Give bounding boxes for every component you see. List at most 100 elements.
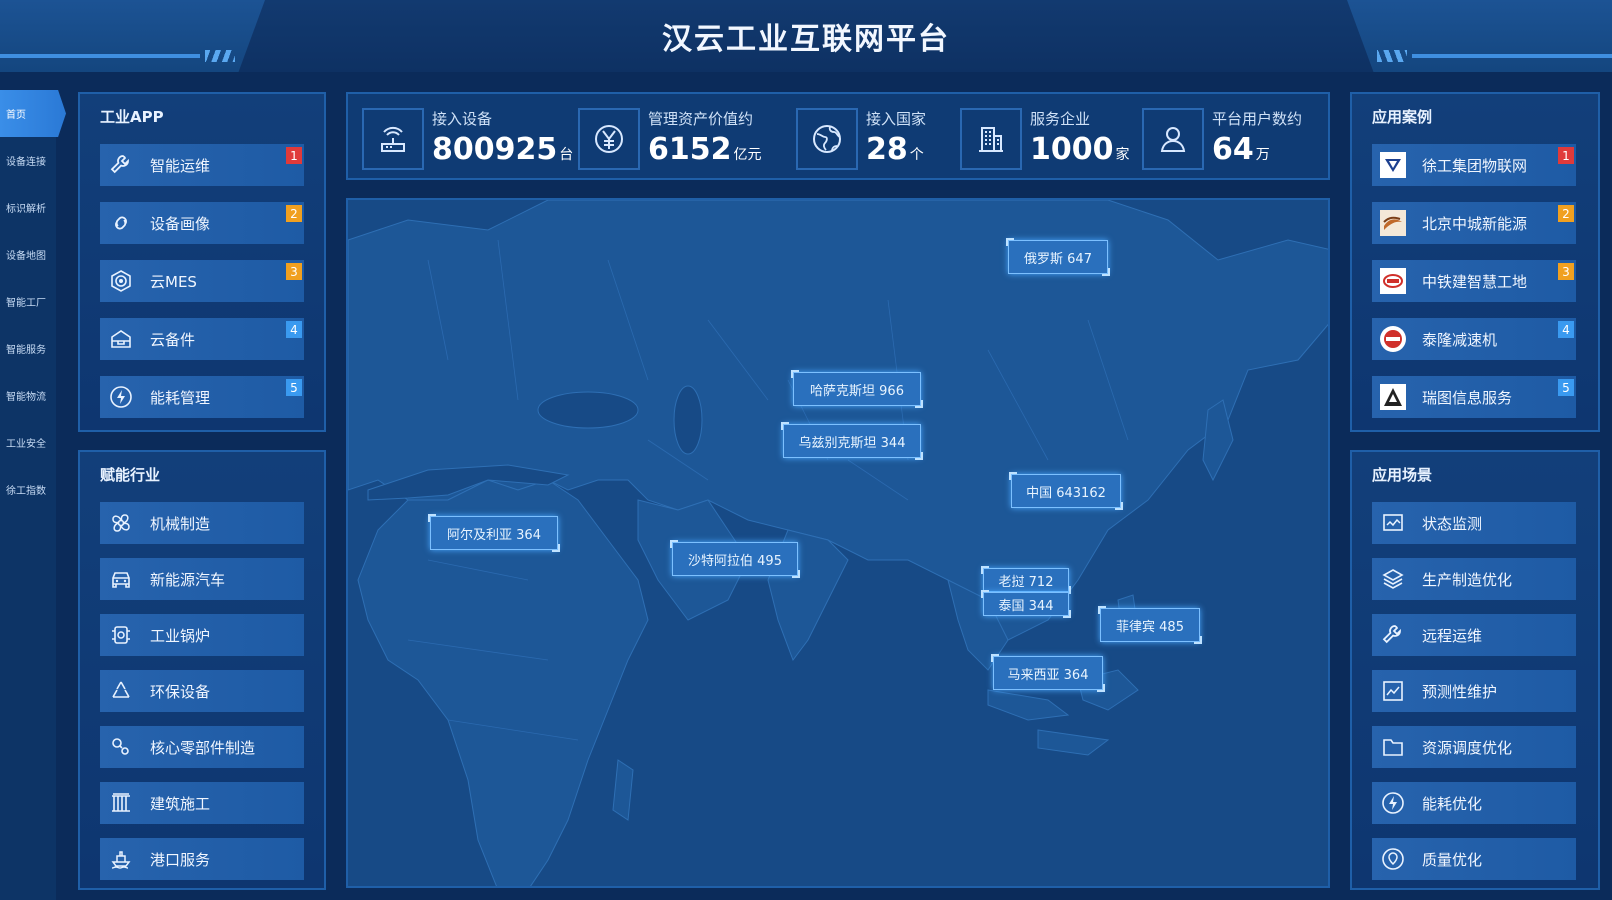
- stat-countries: 接入国家 28 个: [796, 102, 946, 172]
- scene-button-label: 能耗优化: [1422, 794, 1483, 813]
- nav-item-smart-factory[interactable]: 智能工厂: [0, 278, 56, 325]
- industry-button-new-energy-vehicle[interactable]: 新能源汽车: [100, 558, 304, 600]
- xcmg-logo-icon: [1380, 152, 1406, 178]
- nav-item-smart-service[interactable]: 智能服务: [0, 325, 56, 372]
- nav-item-device-map[interactable]: 设备地图: [0, 231, 56, 278]
- nav-item-industrial-security[interactable]: 工业安全: [0, 419, 56, 466]
- nav-item-identifier[interactable]: 标识解析: [0, 184, 56, 231]
- stat-label: 管理资产价值约: [648, 110, 754, 128]
- industries-title: 赋能行业: [100, 466, 161, 484]
- industry-button-label: 港口服务: [150, 850, 211, 869]
- app-button-device-profile[interactable]: 设备画像 2: [100, 202, 304, 244]
- scene-button-energy-optimization[interactable]: 能耗优化: [1372, 782, 1576, 824]
- stat-asset-value: 管理资产价值约 6152 亿元: [578, 102, 768, 172]
- industry-button-label: 新能源汽车: [150, 570, 226, 589]
- stat-label: 接入国家: [866, 110, 927, 128]
- scene-button-resource-scheduling[interactable]: 资源调度优化: [1372, 726, 1576, 768]
- ship-icon: [108, 846, 134, 872]
- case-button-ruitu-info[interactable]: 瑞图信息服务 5: [1372, 376, 1576, 418]
- cases-panel: 应用案例 徐工集团物联网 1 北京中城新能源 2 中铁建智慧工地 3 泰隆减速机…: [1350, 92, 1600, 432]
- case-button-label: 瑞图信息服务: [1422, 388, 1513, 407]
- map-tag[interactable]: 阿尔及利亚 364: [428, 514, 560, 552]
- building-icon: [108, 790, 134, 816]
- rank-badge: 1: [1558, 147, 1574, 164]
- industry-button-port-service[interactable]: 港口服务: [100, 838, 304, 880]
- header: 汉云工业互联网平台: [0, 0, 1612, 72]
- box-icon: [108, 326, 134, 352]
- stat-value: 64 万: [1212, 132, 1270, 167]
- lightning-icon: [1380, 790, 1406, 816]
- nav-item-device-connect[interactable]: 设备连接: [0, 137, 56, 184]
- map-tag[interactable]: 老挝 712: [981, 566, 1071, 594]
- scene-button-label: 状态监测: [1422, 514, 1483, 533]
- case-button-label: 泰隆减速机: [1422, 330, 1498, 349]
- app-button-energy-management[interactable]: 能耗管理 5: [100, 376, 304, 418]
- scene-button-predictive-maintenance[interactable]: 预测性维护: [1372, 670, 1576, 712]
- case-button-xcmg-iot[interactable]: 徐工集团物联网 1: [1372, 144, 1576, 186]
- industry-button-machinery[interactable]: 机械制造: [100, 502, 304, 544]
- chart-icon: [1380, 678, 1406, 704]
- scene-button-quality-optimization[interactable]: 质量优化: [1372, 838, 1576, 880]
- app-button-label: 云备件: [150, 330, 196, 349]
- industry-button-label: 环保设备: [150, 682, 211, 701]
- rank-badge: 4: [1558, 321, 1574, 338]
- scene-button-label: 生产制造优化: [1422, 570, 1513, 589]
- map-tag[interactable]: 乌兹别克斯坦 344: [781, 422, 923, 460]
- stat-enterprises: 服务企业 1000 家: [960, 102, 1130, 172]
- scenes-title: 应用场景: [1372, 466, 1433, 484]
- industry-button-environmental-equipment[interactable]: 环保设备: [100, 670, 304, 712]
- scene-button-production-optimization[interactable]: 生产制造优化: [1372, 558, 1576, 600]
- case-button-label: 北京中城新能源: [1422, 214, 1528, 233]
- app-button-label: 云MES: [150, 272, 197, 291]
- map-tag[interactable]: 菲律宾 485: [1098, 606, 1202, 644]
- app-button-label: 设备画像: [150, 214, 211, 233]
- user-icon: [1142, 108, 1204, 170]
- scenes-panel: 应用场景 状态监测 生产制造优化 远程运维 预测性维护 资源调度优化 能耗优化 …: [1350, 450, 1600, 890]
- app-button-label: 能耗管理: [150, 388, 211, 407]
- stat-label: 平台用户数约: [1212, 110, 1303, 128]
- stat-value: 6152 亿元: [648, 132, 762, 167]
- industry-button-industrial-boiler[interactable]: 工业锅炉: [100, 614, 304, 656]
- car-icon: [108, 566, 134, 592]
- crcc-logo-icon: [1380, 268, 1406, 294]
- office-icon: [960, 108, 1022, 170]
- scene-button-label: 远程运维: [1422, 626, 1483, 645]
- target-icon: [108, 268, 134, 294]
- yuan-icon: [578, 108, 640, 170]
- stats-bar: 接入设备 800925 台 管理资产价值约 6152 亿元 接入国家 28 个 服务企…: [346, 92, 1330, 180]
- nav-item-smart-logistics[interactable]: 智能物流: [0, 372, 56, 419]
- ruitu-logo-icon: [1380, 384, 1406, 410]
- recycle-icon: [108, 678, 134, 704]
- map-tag[interactable]: 泰国 344: [981, 590, 1071, 618]
- world-map[interactable]: 俄罗斯 647 哈萨克斯坦 966 乌兹别克斯坦 344 中国 643162 阿…: [346, 198, 1330, 888]
- scene-button-remote-maintenance[interactable]: 远程运维: [1372, 614, 1576, 656]
- app-button-smart-maintenance[interactable]: 智能运维 1: [100, 144, 304, 186]
- map-tag[interactable]: 马来西亚 364: [991, 654, 1105, 692]
- industry-button-label: 工业锅炉: [150, 626, 211, 645]
- app-button-cloud-mes[interactable]: 云MES 3: [100, 260, 304, 302]
- industry-button-core-components[interactable]: 核心零部件制造: [100, 726, 304, 768]
- app-button-cloud-spare-parts[interactable]: 云备件 4: [100, 318, 304, 360]
- nav-item-xcmg-index[interactable]: 徐工指数: [0, 466, 56, 513]
- industries-panel: 赋能行业 机械制造 新能源汽车 工业锅炉 环保设备 核心零部件制造 建筑施工 港…: [78, 450, 326, 890]
- nav-item-home[interactable]: 首页: [0, 90, 66, 137]
- map-tag[interactable]: 中国 643162: [1009, 472, 1123, 510]
- gears-icon: [108, 734, 134, 760]
- wrench-icon: [108, 152, 134, 178]
- case-button-crcc-smart-site[interactable]: 中铁建智慧工地 3: [1372, 260, 1576, 302]
- case-button-tailong-reducer[interactable]: 泰隆减速机 4: [1372, 318, 1576, 360]
- cases-title: 应用案例: [1372, 108, 1433, 126]
- scene-button-status-monitoring[interactable]: 状态监测: [1372, 502, 1576, 544]
- industry-button-construction[interactable]: 建筑施工: [100, 782, 304, 824]
- link-icon: [108, 210, 134, 236]
- stat-devices: 接入设备 800925 台: [362, 102, 573, 172]
- globe-icon: [796, 108, 858, 170]
- map-tag[interactable]: 哈萨克斯坦 966: [791, 370, 923, 408]
- wrench-icon: [1380, 622, 1406, 648]
- case-button-zhongcheng-energy[interactable]: 北京中城新能源 2: [1372, 202, 1576, 244]
- rank-badge: 5: [286, 379, 302, 396]
- map-tag[interactable]: 俄罗斯 647: [1006, 238, 1110, 276]
- rank-badge: 4: [286, 321, 302, 338]
- map-tag[interactable]: 沙特阿拉伯 495: [670, 540, 800, 578]
- case-button-label: 徐工集团物联网: [1422, 156, 1528, 175]
